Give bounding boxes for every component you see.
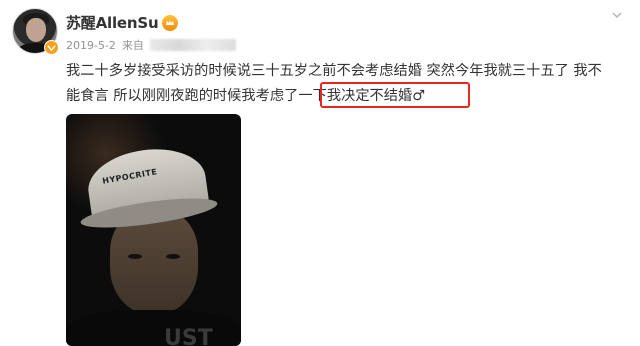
photo-shirt (66, 310, 241, 346)
post-photo[interactable]: HYPOCRITE UST (66, 114, 241, 346)
photo-eye (166, 254, 180, 259)
source-prefix: 来自 (121, 39, 144, 52)
blurred-source (149, 39, 236, 51)
vip-badge-icon (44, 40, 59, 55)
avatar-face (26, 18, 46, 42)
chevron-down-icon[interactable] (610, 8, 624, 22)
member-crown-icon[interactable] (162, 14, 179, 31)
post-meta: 2019-5-2 来自 (66, 37, 236, 53)
red-highlight-box (320, 82, 470, 108)
photo-shirt-text: UST (164, 326, 213, 346)
photo-eye (128, 254, 142, 259)
post-date[interactable]: 2019-5-2 (66, 39, 116, 52)
post-header: 苏醒AllenSu (66, 12, 179, 33)
post-text-line: 我二十多岁接受采访的时候说三十五岁之前不会考虑结婚 突然今年我就三十五了 我不 (66, 63, 602, 79)
username-link[interactable]: 苏醒AllenSu (66, 12, 159, 33)
post-text-segment: 能食言 所以刚刚夜跑的时候我考虑了一下 (66, 88, 327, 104)
